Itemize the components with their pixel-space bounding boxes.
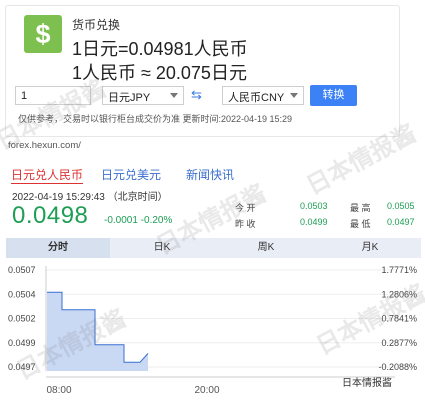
price-change: -0.0001 -0.20%	[104, 215, 173, 226]
y-tick-label-right: 0.7841%	[381, 314, 417, 324]
high-label: 最 高	[350, 203, 371, 213]
prev-close-label: 昨 收	[235, 219, 256, 229]
source-url[interactable]: forex.hexun.com/	[8, 140, 81, 151]
from-currency-select[interactable]: 日元JPY	[102, 86, 184, 105]
tab-monthly-k[interactable]: 月K	[318, 238, 422, 258]
x-tick-label: 08:00	[46, 385, 71, 396]
tab-weekly-k[interactable]: 周K	[214, 238, 318, 258]
amount-input[interactable]	[15, 86, 91, 105]
low-value: 0.0497	[387, 217, 415, 227]
footer-watermark: 日本情报酱	[342, 378, 392, 389]
from-currency-label: 日元JPY	[108, 92, 151, 104]
y-tick-label-right: 1.7771%	[381, 265, 417, 275]
tab-news[interactable]: 新闻快讯	[186, 166, 234, 183]
y-tick-label: 0.0507	[8, 265, 36, 275]
y-tick-label: 0.0497	[8, 362, 36, 372]
quote-tabs: 日元兑人民币 日元兑美元 新闻快讯	[6, 166, 421, 184]
rate-cny-to-jpy: 1人民币 ≈ 20.075日元	[72, 63, 247, 83]
open-value: 0.0503	[300, 201, 328, 211]
to-currency-select[interactable]: 人民币CNY	[222, 86, 304, 105]
chevron-down-icon	[170, 93, 178, 98]
disclaimer-text: 仅供参考，交易时以银行柜台成交价为准 更新时间:2022-04-19 15:29	[18, 114, 293, 124]
tab-jpy-usd[interactable]: 日元兑美元	[101, 166, 161, 183]
y-tick-label-right: 1.2806%	[381, 289, 417, 299]
x-tick-label: 20:00	[194, 385, 219, 396]
to-currency-label: 人民币CNY	[228, 92, 285, 104]
chevron-down-icon	[290, 93, 298, 98]
period-tabs: 分时 日K 周K 月K	[6, 238, 421, 258]
tab-intraday[interactable]: 分时	[6, 238, 110, 258]
y-tick-label-right: 0.2877%	[381, 338, 417, 348]
low-label: 最 低	[350, 219, 371, 229]
current-price: 0.0498	[12, 202, 89, 229]
swap-icon[interactable]: ⇆	[191, 87, 202, 103]
y-tick-label-right: -0.2088%	[378, 362, 417, 372]
tab-jpy-cny[interactable]: 日元兑人民币	[11, 166, 84, 184]
y-tick-label: 0.0499	[8, 338, 36, 348]
converter-title: 货币兑换	[72, 18, 121, 32]
dollar-icon: $	[24, 15, 62, 53]
y-tick-label: 0.0502	[8, 314, 36, 324]
quote-timestamp: 2022-04-19 15:29:43 （北京时间）	[12, 192, 168, 203]
high-value: 0.0505	[387, 201, 415, 211]
convert-button[interactable]: 转换	[310, 85, 357, 106]
rate-jpy-to-cny: 1日元=0.04981人民币	[72, 39, 248, 59]
tab-daily-k[interactable]: 日K	[110, 238, 214, 258]
y-tick-label: 0.0504	[8, 289, 36, 299]
prev-close-value: 0.0499	[300, 217, 328, 227]
open-label: 今 开	[235, 203, 256, 213]
